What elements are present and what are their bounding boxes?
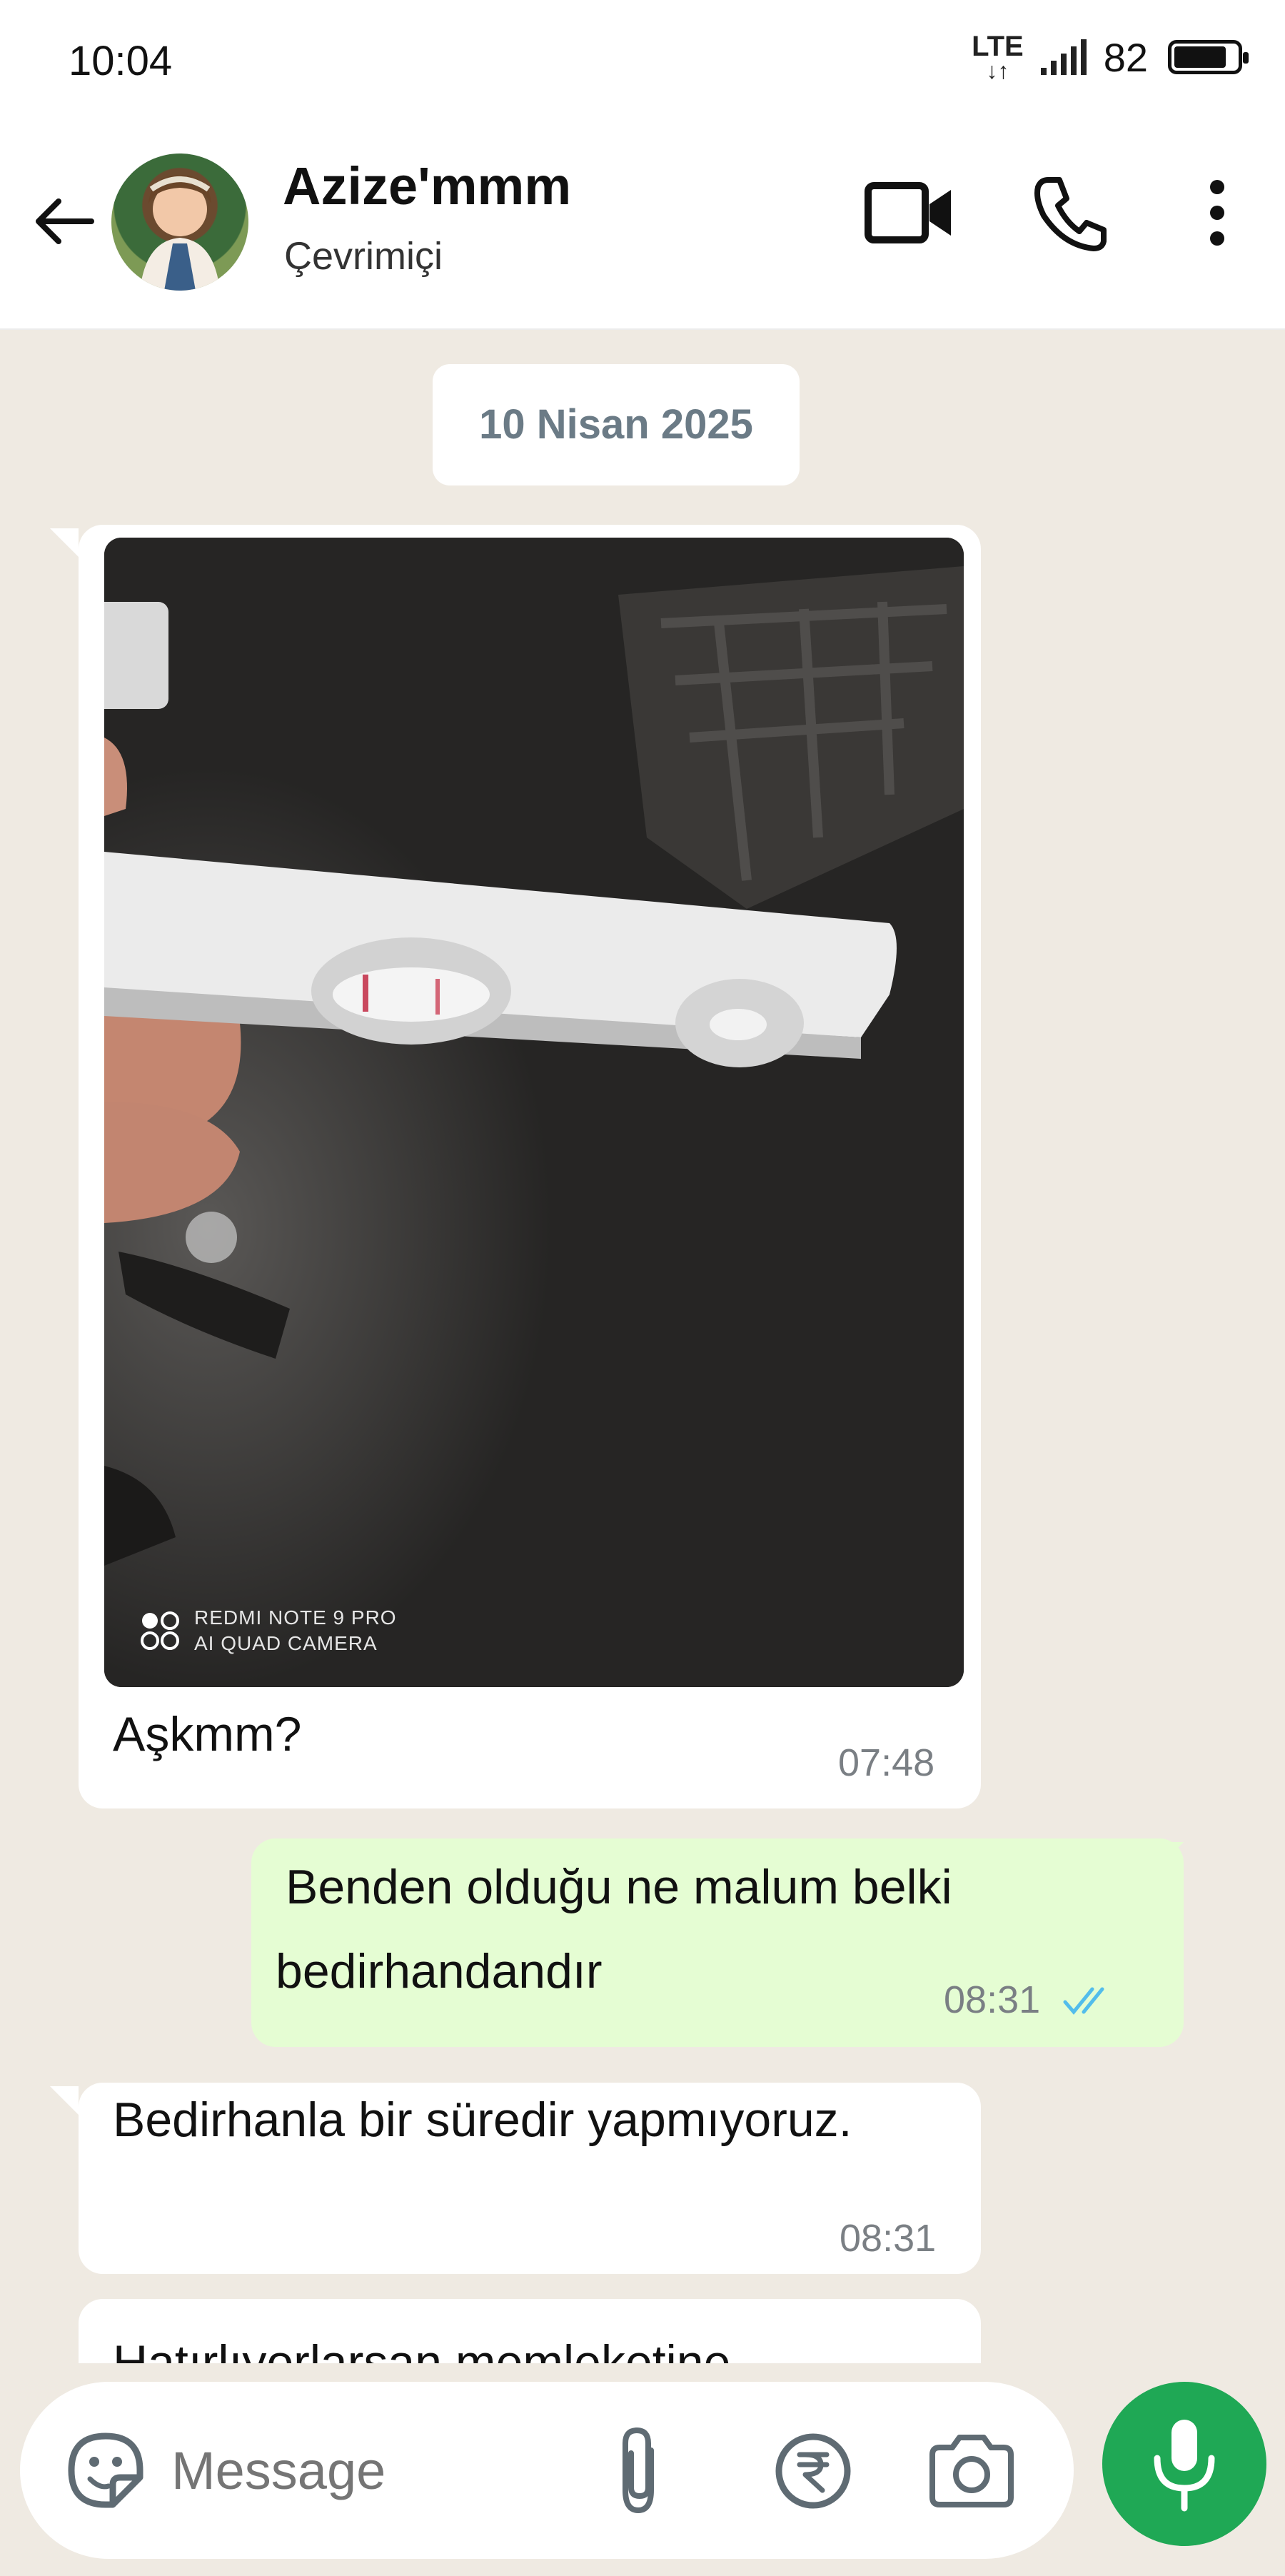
date-chip: 10 Nisan 2025 — [433, 364, 800, 485]
status-time: 10:04 — [69, 38, 173, 84]
pregnancy-test-photo[interactable]: REDMI NOTE 9 PRO AI QUAD CAMERA — [104, 538, 964, 1687]
back-arrow-icon[interactable] — [29, 186, 100, 257]
status-indicators: LTE ↓↑ 82 — [972, 29, 1249, 86]
video-call-icon[interactable] — [864, 170, 957, 256]
watermark-line-1: REDMI NOTE 9 PRO — [194, 1606, 397, 1629]
microphone-icon — [1154, 2420, 1215, 2512]
phone-call-icon[interactable] — [1028, 170, 1114, 256]
chat-header: Azize'mmm Çevrimiçi — [0, 114, 1285, 330]
signal-icon — [1040, 39, 1087, 75]
message-time: 08:31 — [840, 2217, 937, 2260]
battery-icon — [1168, 40, 1249, 74]
bubble-tail — [50, 528, 79, 557]
network-type-label: LTE — [972, 31, 1024, 62]
image-caption: Aşkmm? — [113, 1707, 302, 1761]
payment-icon[interactable] — [772, 2430, 854, 2512]
more-options-icon[interactable] — [1199, 170, 1235, 256]
bubble-tail — [50, 2086, 79, 2115]
status-bar: 10:04 LTE ↓↑ 82 — [0, 0, 1285, 114]
camera-icon[interactable] — [927, 2433, 1017, 2509]
message-text: Bedirhanla bir süredir yapmıyoruz. — [113, 2093, 852, 2147]
network-type-icon: LTE ↓↑ — [972, 31, 1024, 84]
message-time: 08:31 — [944, 1978, 1041, 2021]
message-text: Hatırlıyorlarsan memleketine — [113, 2335, 731, 2363]
contact-status: Çevrimiçi — [284, 235, 443, 278]
watermark-line-2: AI QUAD CAMERA — [194, 1632, 378, 1654]
message-text-line-1: Benden olduğu ne malum belki — [286, 1860, 952, 1914]
battery-percent: 82 — [1103, 34, 1148, 80]
chat-area[interactable]: 10 Nisan 2025 REDMI NOTE 9 PRO AI QUAD C… — [0, 328, 1285, 2363]
message-input[interactable] — [171, 2440, 571, 2501]
contact-name[interactable]: Azize'mmm — [283, 156, 571, 216]
voice-message-button[interactable] — [1102, 2382, 1266, 2546]
message-text-line-2: bedirhandandır — [276, 1944, 603, 1998]
message-input-bar — [20, 2382, 1074, 2559]
sticker-icon[interactable] — [61, 2426, 150, 2515]
avatar[interactable] — [111, 154, 248, 291]
camera-lens-icon — [141, 1611, 179, 1650]
camera-watermark: REDMI NOTE 9 PRO AI QUAD CAMERA — [138, 1605, 397, 1656]
read-receipt-icon — [1063, 1987, 1104, 2015]
message-time: 07:48 — [838, 1741, 935, 1784]
data-arrows-icon: ↓↑ — [986, 58, 1009, 84]
attach-icon[interactable] — [607, 2422, 671, 2519]
